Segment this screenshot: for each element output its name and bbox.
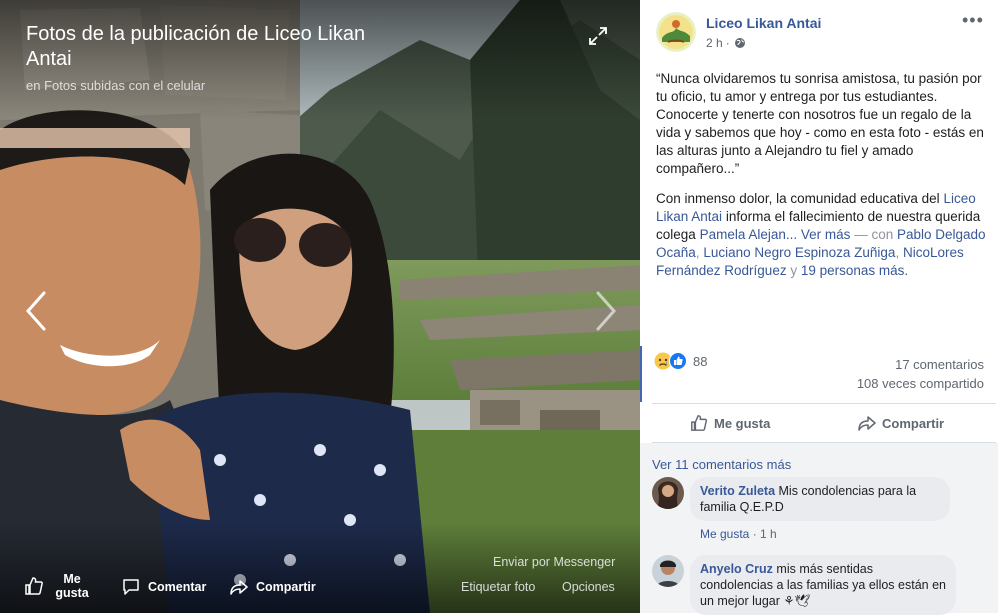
view-more-comments-link[interactable]: Ver 11 comentarios más xyxy=(652,457,791,472)
focus-indicator xyxy=(640,346,642,402)
previous-photo-icon[interactable] xyxy=(24,290,48,332)
tagged-others-link[interactable]: 19 personas más. xyxy=(801,263,908,278)
share-label: Compartir xyxy=(882,415,945,431)
with-label: con xyxy=(871,227,894,242)
viewer-like-label: Me gusta xyxy=(55,572,89,600)
post-meta: 2 h · xyxy=(706,36,746,50)
post-meta-separator: · xyxy=(725,36,730,50)
and-label: y xyxy=(790,263,798,278)
thumbs-up-icon xyxy=(25,577,43,595)
post-time[interactable]: 2 h xyxy=(706,36,723,50)
tag-photo-link[interactable]: Etiquetar foto xyxy=(461,580,535,594)
viewer-like-button[interactable]: Me gusta xyxy=(24,572,92,600)
comment: Verito Zuleta Mis condolencias para la f… xyxy=(652,477,992,541)
comment-meta: Me gusta · 1 h xyxy=(700,527,777,541)
avatar[interactable] xyxy=(652,555,684,587)
announcement-text: Con inmenso dolor, la comunidad educativ… xyxy=(656,191,940,206)
thumbs-up-icon xyxy=(691,415,708,431)
reaction-count: 88 xyxy=(693,353,708,369)
shares-count[interactable]: 108 veces compartido xyxy=(857,374,984,393)
photo-viewer: Fotos de la publicación de Liceo Likan A… xyxy=(0,0,640,613)
divider xyxy=(652,403,996,404)
comment-author[interactable]: Anyelo Cruz xyxy=(700,562,773,576)
tagged-person-2[interactable]: Luciano Negro Espinoza Zuñiga xyxy=(703,245,895,260)
like-button[interactable]: Me gusta xyxy=(690,414,770,432)
viewer-actions: Me gusta Comentar Compartir Etiquetar fo… xyxy=(0,570,640,606)
share-icon xyxy=(858,416,876,431)
comment-bubble: Anyelo Cruz mis más sentidas condolencia… xyxy=(690,555,956,615)
see-more-link[interactable]: Ver más xyxy=(801,227,851,242)
post-stats: 17 comentarios 108 veces compartido xyxy=(857,355,984,393)
more-options-button[interactable]: ••• xyxy=(962,10,984,31)
school-logo-icon xyxy=(656,12,696,52)
comment-meta-separator: · xyxy=(752,527,757,541)
page-name[interactable]: Liceo Likan Antai xyxy=(706,15,821,31)
comments-section: Ver 11 comentarios más Verito Zuleta Mis… xyxy=(640,443,998,615)
post-body: “Nunca olvidaremos tu sonrisa amistosa, … xyxy=(656,70,986,292)
avatar[interactable] xyxy=(652,477,684,509)
comment-emoji: ⚘🕊 xyxy=(783,594,811,608)
post-panel: Liceo Likan Antai 2 h · ••• “Nunca olvid… xyxy=(640,0,998,615)
next-photo-icon[interactable] xyxy=(594,290,618,332)
viewer-subtitle[interactable]: en Fotos subidas con el celular xyxy=(26,78,205,93)
share-button[interactable]: Compartir xyxy=(858,414,944,432)
viewer-comment-button[interactable]: Comentar xyxy=(122,578,206,596)
comment: Anyelo Cruz mis más sentidas condolencia… xyxy=(652,555,992,615)
share-icon xyxy=(230,580,248,595)
post-announcement: Con inmenso dolor, la comunidad educativ… xyxy=(656,190,986,280)
like-label: Me gusta xyxy=(714,415,771,431)
expand-icon[interactable] xyxy=(588,26,608,46)
viewer-title: Fotos de la publicación de Liceo Likan A… xyxy=(26,23,366,70)
options-link[interactable]: Opciones xyxy=(562,580,615,594)
send-messenger-link[interactable]: Enviar por Messenger xyxy=(493,555,615,569)
viewer-share-button[interactable]: Compartir xyxy=(230,578,316,596)
comment-bubble: Verito Zuleta Mis condolencias para la f… xyxy=(690,477,950,521)
comment-icon xyxy=(123,579,139,595)
page-avatar[interactable] xyxy=(656,12,696,52)
viewer-comment-label: Comentar xyxy=(148,580,207,594)
person-mention-link[interactable]: Pamela Alejan... xyxy=(700,227,798,242)
comment-time[interactable]: 1 h xyxy=(760,527,777,541)
tag-dash: — xyxy=(854,227,868,242)
tag-separator: , xyxy=(695,245,700,260)
comment-author[interactable]: Verito Zuleta xyxy=(700,484,775,498)
tag-separator: , xyxy=(895,245,900,260)
reactions-summary[interactable]: 88 xyxy=(654,352,707,370)
avatar-image xyxy=(652,477,684,509)
viewer-share-label: Compartir xyxy=(256,580,316,594)
like-reaction-icon xyxy=(669,352,687,370)
post-quote: “Nunca olvidaremos tu sonrisa amistosa, … xyxy=(656,71,984,176)
comments-count[interactable]: 17 comentarios xyxy=(857,355,984,374)
comment-like-link[interactable]: Me gusta xyxy=(700,527,749,541)
avatar-image xyxy=(652,555,684,587)
globe-icon xyxy=(734,38,745,48)
